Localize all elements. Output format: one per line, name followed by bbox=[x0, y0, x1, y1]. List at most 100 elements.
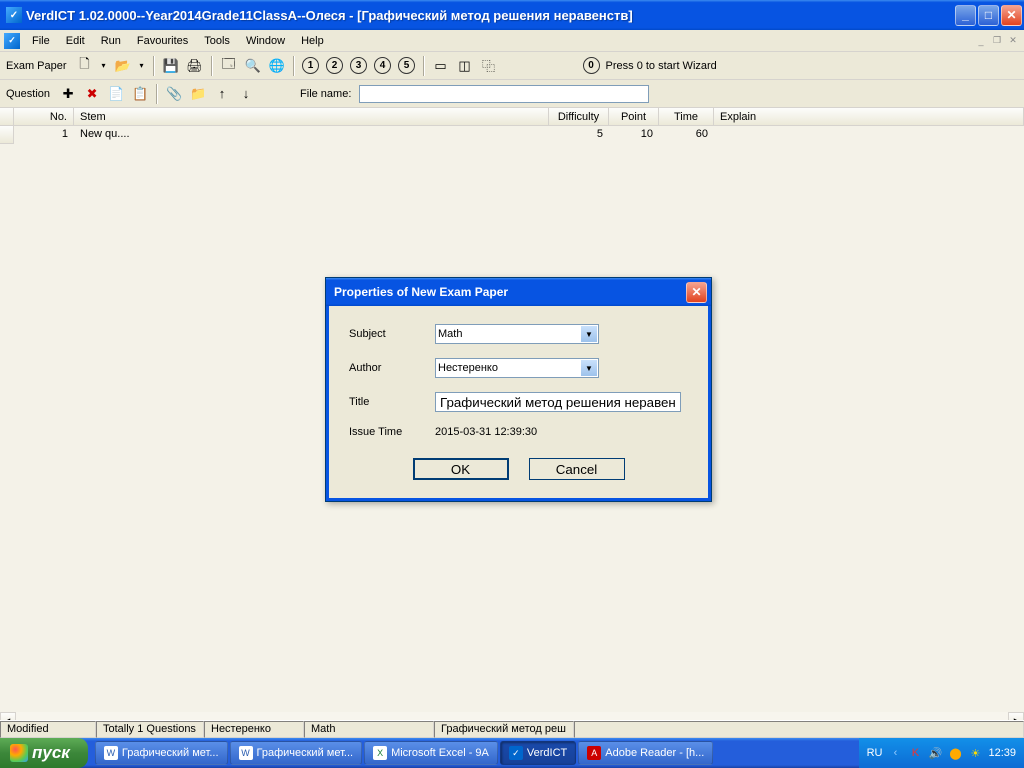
paste-button[interactable]: 📋 bbox=[130, 84, 150, 104]
dialog-close-button[interactable]: ✕ bbox=[686, 282, 707, 303]
open-dropdown-icon[interactable]: ▾ bbox=[137, 56, 147, 76]
subject-select[interactable]: Math ▼ bbox=[435, 324, 599, 344]
menu-edit[interactable]: Edit bbox=[58, 33, 93, 49]
statusbar: Modified Totally 1 Questions Нестеренко … bbox=[0, 720, 1024, 738]
maximize-button[interactable]: □ bbox=[978, 5, 999, 26]
menu-window[interactable]: Window bbox=[238, 33, 293, 49]
menu-file[interactable]: File bbox=[24, 33, 58, 49]
col-difficulty[interactable]: Difficulty bbox=[549, 108, 609, 125]
status-subject: Math bbox=[304, 721, 434, 738]
taskbar-item-active[interactable]: ✓VerdICT bbox=[500, 741, 576, 765]
status-title: Графический метод реш bbox=[434, 721, 574, 738]
adobe-icon: A bbox=[587, 746, 601, 760]
layout2-button[interactable]: ◫ bbox=[455, 56, 475, 76]
label-issue-time: Issue Time bbox=[349, 426, 435, 438]
step3-button[interactable]: 3 bbox=[349, 56, 369, 76]
language-indicator[interactable]: RU bbox=[867, 747, 883, 759]
col-stem[interactable]: Stem bbox=[74, 108, 549, 125]
start-button[interactable]: пуск bbox=[0, 738, 88, 768]
delete-question-button[interactable]: ✖ bbox=[82, 84, 102, 104]
tray-app-icon[interactable]: ⬤ bbox=[948, 746, 962, 760]
label-subject: Subject bbox=[349, 328, 435, 340]
status-total: Totally 1 Questions bbox=[96, 721, 204, 738]
cell-explain bbox=[714, 126, 1024, 144]
move-up-button[interactable]: ↑ bbox=[212, 84, 232, 104]
layout3-button[interactable]: ⿻ bbox=[479, 56, 499, 76]
taskbar-item[interactable]: WГрафический мет... bbox=[230, 741, 363, 765]
col-point[interactable]: Point bbox=[609, 108, 659, 125]
status-modified: Modified bbox=[0, 721, 96, 738]
step2-button[interactable]: 2 bbox=[325, 56, 345, 76]
filename-input[interactable] bbox=[359, 85, 649, 103]
cell-time: 60 bbox=[659, 126, 714, 144]
ok-button[interactable]: OK bbox=[413, 458, 509, 480]
chevron-down-icon: ▼ bbox=[581, 360, 597, 376]
filename-label: File name: bbox=[300, 88, 351, 100]
menu-run[interactable]: Run bbox=[93, 33, 129, 49]
toolbar-label-exam-paper: Exam Paper bbox=[6, 60, 67, 72]
verdict-icon: ✓ bbox=[509, 746, 523, 760]
properties-button[interactable]: 🗔 bbox=[219, 56, 239, 76]
print-button[interactable]: 🖨 bbox=[185, 56, 205, 76]
cell-stem: New qu.... bbox=[74, 126, 549, 144]
subject-value: Math bbox=[438, 328, 462, 340]
zero-icon: 0 bbox=[583, 57, 600, 74]
wizard-hint: 0 Press 0 to start Wizard bbox=[583, 57, 717, 74]
author-select[interactable]: Нестеренко ▼ bbox=[435, 358, 599, 378]
menu-favourites[interactable]: Favourites bbox=[129, 33, 196, 49]
tray-network-icon[interactable]: 🔊 bbox=[928, 746, 942, 760]
title-input[interactable] bbox=[435, 392, 681, 412]
wizard-hint-text: Press 0 to start Wizard bbox=[606, 60, 717, 72]
step4-button[interactable]: 4 bbox=[373, 56, 393, 76]
mdi-app-icon: ✓ bbox=[4, 33, 20, 49]
table-row[interactable]: 1 New qu.... 5 10 60 bbox=[0, 126, 1024, 144]
tray-app-icon[interactable]: ☀ bbox=[968, 746, 982, 760]
col-no[interactable]: No. bbox=[14, 108, 74, 125]
cancel-button[interactable]: Cancel bbox=[529, 458, 625, 480]
minimize-button[interactable]: _ bbox=[955, 5, 976, 26]
col-explain[interactable]: Explain bbox=[714, 108, 1024, 125]
mdi-minimize-button[interactable]: _ bbox=[974, 34, 988, 48]
cell-point: 10 bbox=[609, 126, 659, 144]
menu-tools[interactable]: Tools bbox=[196, 33, 238, 49]
tray-chevron-icon[interactable]: ‹ bbox=[888, 746, 902, 760]
step5-button[interactable]: 5 bbox=[397, 56, 417, 76]
window-titlebar: ✓ VerdICT 1.02.0000--Year2014Grade11Clas… bbox=[0, 0, 1024, 30]
step1-button[interactable]: 1 bbox=[301, 56, 321, 76]
dialog-title-text: Properties of New Exam Paper bbox=[334, 285, 686, 299]
taskbar-item[interactable]: AAdobe Reader - [h... bbox=[578, 741, 713, 765]
tray-kaspersky-icon[interactable]: K bbox=[908, 746, 922, 760]
cell-no: 1 bbox=[14, 126, 74, 144]
attach-button[interactable]: 📎 bbox=[164, 84, 184, 104]
col-time[interactable]: Time bbox=[659, 108, 714, 125]
globe-button[interactable]: 🌐 bbox=[267, 56, 287, 76]
properties-dialog: Properties of New Exam Paper ✕ Subject M… bbox=[325, 277, 712, 502]
new-dropdown-icon[interactable]: ▾ bbox=[99, 56, 109, 76]
open-button[interactable]: 📂 bbox=[113, 56, 133, 76]
taskbar-item[interactable]: XMicrosoft Excel - 9A bbox=[364, 741, 498, 765]
tray-clock[interactable]: 12:39 bbox=[988, 747, 1016, 759]
save-button[interactable]: 💾 bbox=[161, 56, 181, 76]
excel-icon: X bbox=[373, 746, 387, 760]
folder-button[interactable]: 📁 bbox=[188, 84, 208, 104]
copy-button[interactable]: 📄 bbox=[106, 84, 126, 104]
row-header-col bbox=[0, 108, 14, 125]
toolbar-label-question: Question bbox=[6, 88, 50, 100]
menu-help[interactable]: Help bbox=[293, 33, 332, 49]
row-selector[interactable] bbox=[0, 126, 14, 144]
move-down-button[interactable]: ↓ bbox=[236, 84, 256, 104]
window-close-button[interactable]: ✕ bbox=[1001, 5, 1022, 26]
taskbar-item[interactable]: WГрафический мет... bbox=[95, 741, 228, 765]
mdi-close-button[interactable]: ✕ bbox=[1006, 34, 1020, 48]
status-author: Нестеренко bbox=[204, 721, 304, 738]
preview-button[interactable]: 🔍 bbox=[243, 56, 263, 76]
cell-difficulty: 5 bbox=[549, 126, 609, 144]
dialog-titlebar[interactable]: Properties of New Exam Paper ✕ bbox=[326, 278, 711, 306]
add-question-button[interactable]: ✚ bbox=[58, 84, 78, 104]
windows-taskbar: пуск WГрафический мет... WГрафический ме… bbox=[0, 738, 1024, 768]
chevron-down-icon: ▼ bbox=[581, 326, 597, 342]
layout1-button[interactable]: ▭ bbox=[431, 56, 451, 76]
new-button[interactable]: 🗋 bbox=[75, 56, 95, 76]
mdi-restore-button[interactable]: ❐ bbox=[990, 34, 1004, 48]
app-icon: ✓ bbox=[6, 7, 22, 23]
